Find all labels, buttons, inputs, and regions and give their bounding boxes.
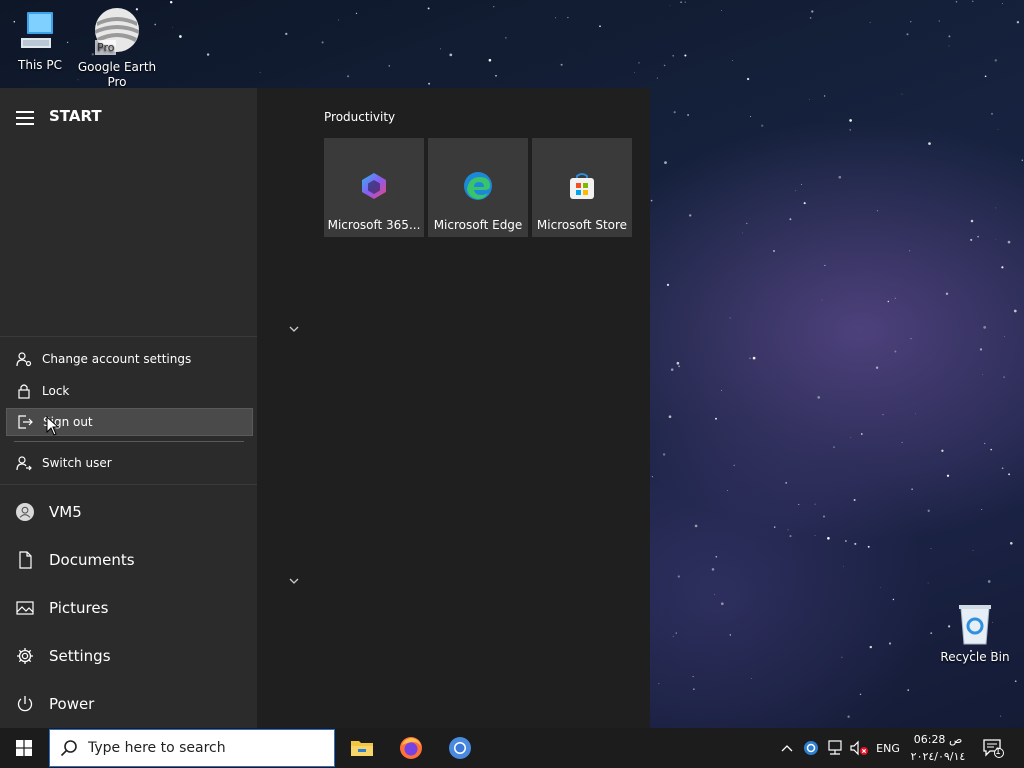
taskbar-file-explorer[interactable]: [338, 728, 386, 768]
pro-badge: Pro: [95, 40, 117, 55]
tray-app-icon[interactable]: [801, 728, 821, 768]
desktop-icon-this-pc[interactable]: This PC: [0, 10, 80, 73]
person-gear-icon: [6, 351, 42, 367]
search-icon: [50, 739, 88, 757]
change-account-settings-item[interactable]: Change account settings: [6, 345, 253, 373]
desktop-icon-label: Google Earth Pro: [77, 60, 157, 89]
sign-out-item[interactable]: Sign out: [6, 408, 253, 436]
edge-icon: [464, 172, 492, 200]
chevron-down-icon[interactable]: [288, 577, 300, 585]
desktop-icon-label: Recycle Bin: [940, 650, 1010, 664]
account-item-label: Lock: [42, 384, 70, 398]
desktop-icon-google-earth[interactable]: Pro Google Earth Pro: [77, 8, 157, 90]
computer-icon: [21, 12, 53, 48]
windows-logo-icon: [16, 740, 32, 756]
nav-item-label: Pictures: [49, 599, 109, 617]
clock-time: 06:28 ص: [913, 733, 963, 746]
document-icon: [0, 551, 49, 569]
network-icon: [828, 740, 842, 755]
file-explorer-icon: [351, 741, 373, 756]
account-item-label: Change account settings: [42, 352, 192, 366]
language-indicator[interactable]: ENG: [872, 728, 904, 768]
tile-label: Microsoft Store: [536, 218, 628, 232]
clock[interactable]: 06:28 ص ٢٠٢٤/٠٩/١٤: [908, 731, 968, 765]
firefox-icon: [400, 737, 422, 759]
tile-microsoft-365[interactable]: Microsoft 365...: [324, 138, 424, 237]
nav-item-label: Settings: [49, 647, 111, 665]
tile-group-title: Productivity: [324, 110, 396, 124]
switch-user-item[interactable]: Switch user: [6, 449, 253, 477]
sign-out-icon: [7, 414, 43, 430]
lock-icon: [6, 383, 42, 399]
gear-icon: [0, 647, 49, 665]
chevron-up-icon: [781, 745, 793, 752]
taskbar: ENG 06:28 ص ٢٠٢٤/٠٩/١٤ 1: [0, 728, 1024, 768]
search-box[interactable]: [49, 729, 335, 767]
taskbar-chrome[interactable]: [436, 728, 484, 768]
nav-item-documents[interactable]: Documents: [0, 538, 257, 582]
chrome-icon: [449, 737, 471, 759]
nav-item-label: Documents: [49, 551, 135, 569]
tile-microsoft-store[interactable]: Microsoft Store: [532, 138, 632, 237]
network-status[interactable]: [824, 728, 846, 768]
start-button[interactable]: [0, 728, 48, 768]
hamburger-menu-icon[interactable]: [16, 111, 34, 129]
desktop-icon-recycle-bin[interactable]: Recycle Bin: [935, 602, 1015, 665]
tile-label: Microsoft 365...: [327, 218, 421, 232]
start-nav-pane: START Change account settings Lock Sign …: [0, 88, 257, 728]
account-item-label: Switch user: [42, 456, 112, 470]
switch-user-icon: [6, 455, 42, 471]
lock-item[interactable]: Lock: [6, 377, 253, 405]
divider: [14, 441, 244, 442]
chevron-down-icon[interactable]: [288, 325, 300, 333]
microsoft-365-icon: [362, 173, 386, 199]
notification-count: 1: [995, 747, 1001, 757]
start-title: START: [49, 107, 102, 125]
power-icon: [0, 695, 49, 713]
start-menu: START Change account settings Lock Sign …: [0, 88, 650, 728]
show-hidden-icons-button[interactable]: [778, 728, 796, 768]
mouse-cursor-icon: [46, 416, 60, 436]
action-center-button[interactable]: 1: [978, 728, 1008, 768]
desktop-icon-label: This PC: [18, 58, 62, 72]
tile-label: Microsoft Edge: [433, 218, 523, 232]
nav-item-label: Power: [49, 695, 95, 713]
nav-item-user[interactable]: VM5: [0, 490, 257, 534]
nav-item-power[interactable]: Power: [0, 682, 257, 726]
user-avatar-icon: [0, 503, 49, 521]
vpn-app-icon: [804, 741, 818, 755]
nav-item-settings[interactable]: Settings: [0, 634, 257, 678]
taskbar-firefox[interactable]: [387, 728, 435, 768]
clock-date: ٢٠٢٤/٠٩/١٤: [910, 750, 966, 763]
nav-item-label: VM5: [49, 503, 82, 521]
store-icon: [570, 173, 594, 199]
volume-muted-icon: [850, 740, 868, 756]
recycle-bin-icon: [959, 605, 991, 645]
tile-microsoft-edge[interactable]: Microsoft Edge: [428, 138, 528, 237]
account-menu: Change account settings Lock Sign out Sw: [0, 336, 257, 485]
nav-item-pictures[interactable]: Pictures: [0, 586, 257, 630]
search-input[interactable]: [88, 740, 318, 756]
volume-control[interactable]: [848, 728, 870, 768]
pictures-icon: [0, 599, 49, 617]
